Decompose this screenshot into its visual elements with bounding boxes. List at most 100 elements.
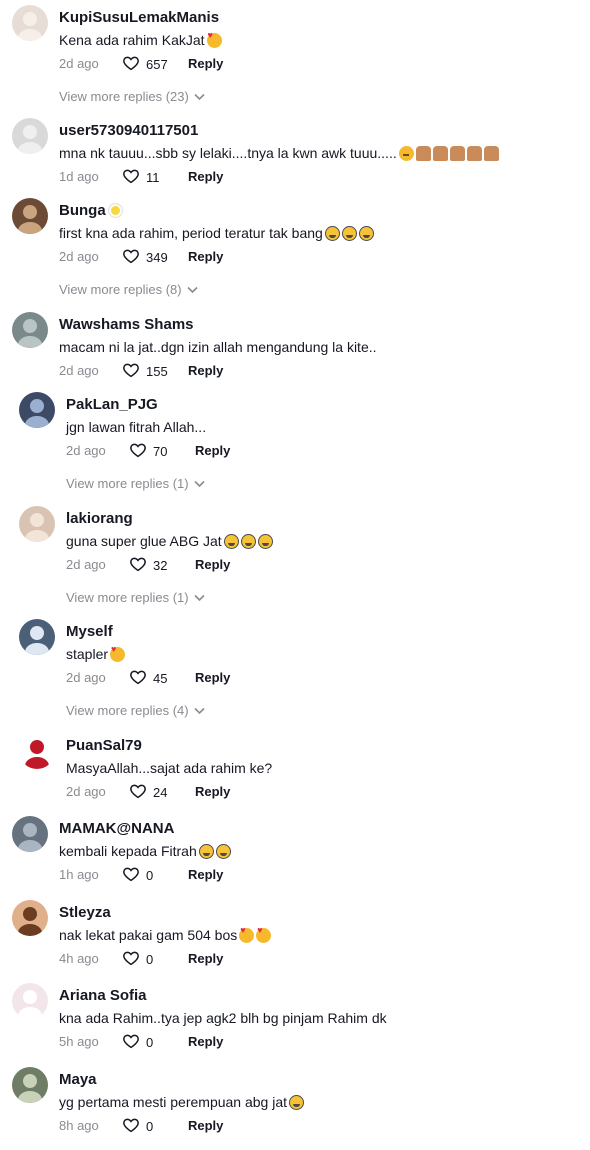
comment-text: jgn lawan fitrah Allah... <box>66 419 207 435</box>
avatar[interactable] <box>12 198 48 234</box>
comment-text: kembali kepada Fitrah <box>59 843 231 859</box>
comment-text: first kna ada rahim, period teratur tak … <box>59 225 374 241</box>
like-count: 0 <box>146 868 154 883</box>
like-button[interactable]: 24 <box>129 782 167 803</box>
chevron-down-icon <box>194 89 205 104</box>
like-count: 24 <box>153 785 168 800</box>
reply-button[interactable]: Reply <box>195 557 230 572</box>
heart-icon <box>122 1032 140 1053</box>
reply-button[interactable]: Reply <box>195 443 230 458</box>
comment-timestamp: 2d ago <box>66 557 106 572</box>
love-emoji-icon <box>256 925 272 943</box>
view-more-replies-button[interactable]: View more replies (8) <box>59 282 198 297</box>
comment-username[interactable]: MAMAK@NANA <box>59 820 174 837</box>
view-more-replies-button[interactable]: View more replies (1) <box>66 476 205 491</box>
like-button[interactable]: 0 <box>122 1116 153 1137</box>
laugh-emoji-icon <box>240 534 256 549</box>
laugh-emoji-icon <box>358 226 374 241</box>
avatar[interactable] <box>12 312 48 348</box>
comment-username[interactable]: KupiSusuLemakManis <box>59 9 219 26</box>
love-emoji-icon <box>239 925 255 943</box>
reply-button[interactable]: Reply <box>188 1118 223 1133</box>
avatar[interactable] <box>12 5 48 41</box>
avatar[interactable] <box>19 506 55 542</box>
avatar[interactable] <box>19 619 55 655</box>
comment-timestamp: 5h ago <box>59 1034 99 1049</box>
heart-icon <box>122 949 140 970</box>
avatar[interactable] <box>12 118 48 154</box>
comment-username[interactable]: lakiorang <box>66 510 133 527</box>
like-button[interactable]: 45 <box>129 668 167 689</box>
comment-timestamp: 2d ago <box>59 249 99 264</box>
comment-text: stapler <box>66 644 126 662</box>
person-emoji-icon <box>466 146 482 161</box>
like-button[interactable]: 349 <box>122 247 168 268</box>
reply-button[interactable]: Reply <box>188 249 223 264</box>
reply-button[interactable]: Reply <box>188 1034 223 1049</box>
think-emoji-icon <box>398 146 414 161</box>
like-button[interactable]: 0 <box>122 865 153 886</box>
reply-button[interactable]: Reply <box>188 363 223 378</box>
laugh-emoji-icon <box>324 226 340 241</box>
reply-button[interactable]: Reply <box>188 951 223 966</box>
comment-username[interactable]: Stleyza <box>59 904 111 921</box>
comment-username[interactable]: Maya <box>59 1071 97 1088</box>
heart-icon <box>122 54 140 75</box>
like-count: 0 <box>146 952 154 967</box>
comment-username[interactable]: Ariana Sofia <box>59 987 147 1004</box>
avatar[interactable] <box>12 983 48 1019</box>
comment-timestamp: 2d ago <box>66 443 106 458</box>
like-button[interactable]: 657 <box>122 54 168 75</box>
person-emoji-icon <box>483 146 499 161</box>
reply-button[interactable]: Reply <box>195 670 230 685</box>
comment-text: nak lekat pakai gam 504 bos <box>59 925 272 943</box>
comment-username[interactable]: Bunga <box>59 202 123 219</box>
reply-button[interactable]: Reply <box>195 784 230 799</box>
avatar[interactable] <box>19 733 55 769</box>
comment-text: guna super glue ABG Jat <box>66 533 273 549</box>
reply-button[interactable]: Reply <box>188 169 223 184</box>
comment-username[interactable]: Myself <box>66 623 113 640</box>
avatar[interactable] <box>19 392 55 428</box>
comment-timestamp: 2d ago <box>59 363 99 378</box>
person-emoji-icon <box>449 146 465 161</box>
like-count: 32 <box>153 558 168 573</box>
comment-text: MasyaAllah...sajat ada rahim ke? <box>66 760 273 776</box>
comment-timestamp: 4h ago <box>59 951 99 966</box>
like-button[interactable]: 0 <box>122 1032 153 1053</box>
love-emoji-icon <box>110 644 126 662</box>
like-button[interactable]: 32 <box>129 555 167 576</box>
heart-icon <box>129 441 147 462</box>
comment-timestamp: 2d ago <box>66 670 106 685</box>
love-emoji-icon <box>206 30 222 48</box>
comment-timestamp: 8h ago <box>59 1118 99 1133</box>
like-button[interactable]: 0 <box>122 949 153 970</box>
like-count: 349 <box>146 250 168 265</box>
view-more-replies-button[interactable]: View more replies (1) <box>66 590 205 605</box>
like-button[interactable]: 70 <box>129 441 167 462</box>
comment-text: kna ada Rahim..tya jep agk2 blh bg pinja… <box>59 1010 387 1026</box>
comment-timestamp: 1h ago <box>59 867 99 882</box>
chevron-down-icon <box>187 282 198 297</box>
comment-username[interactable]: PuanSal79 <box>66 737 142 754</box>
avatar[interactable] <box>12 1067 48 1103</box>
laugh-emoji-icon <box>223 534 239 549</box>
comment-username[interactable]: Wawshams Shams <box>59 316 194 333</box>
like-count: 70 <box>153 444 168 459</box>
reply-button[interactable]: Reply <box>188 56 223 71</box>
laugh-emoji-icon <box>198 844 214 859</box>
like-button[interactable]: 11 <box>122 167 160 188</box>
chevron-down-icon <box>194 590 205 605</box>
view-more-replies-button[interactable]: View more replies (23) <box>59 89 205 104</box>
avatar[interactable] <box>12 900 48 936</box>
heart-icon <box>129 668 147 689</box>
like-count: 0 <box>146 1035 154 1050</box>
reply-button[interactable]: Reply <box>188 867 223 882</box>
comment-username[interactable]: user5730940117501 <box>59 122 198 139</box>
chevron-down-icon <box>194 476 205 491</box>
comment-username[interactable]: PakLan_PJG <box>66 396 158 413</box>
view-more-replies-button[interactable]: View more replies (4) <box>66 703 205 718</box>
avatar[interactable] <box>12 816 48 852</box>
heart-icon <box>122 361 140 382</box>
like-button[interactable]: 155 <box>122 361 168 382</box>
